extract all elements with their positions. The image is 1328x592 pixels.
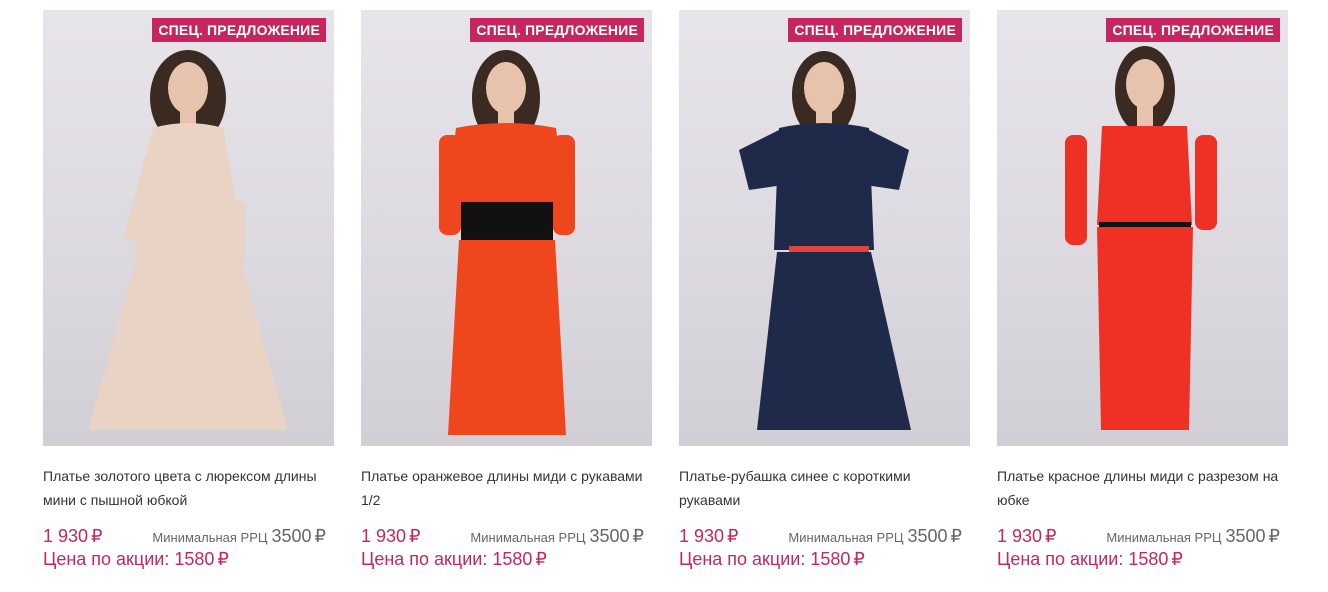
dress-model-illustration — [739, 51, 911, 430]
product-price: 1 930 ₽ — [43, 526, 103, 546]
product-title[interactable]: Платье-рубашка синее с короткими рукавам… — [679, 464, 970, 512]
special-offer-badge: СПЕЦ. ПРЕДЛОЖЕНИЕ — [788, 18, 962, 42]
price-row: 1 930 ₽ Минимальная РРЦ 3500 ₽ — [361, 526, 652, 547]
promo-price: Цена по акции: 1580 ₽ — [997, 549, 1183, 569]
promo-price: Цена по акции: 1580 ₽ — [679, 549, 865, 569]
dress-model-illustration — [1065, 46, 1217, 430]
product-photo[interactable]: СПЕЦ. ПРЕДЛОЖЕНИЕ — [361, 10, 652, 446]
product-grid: СПЕЦ. ПРЕДЛОЖЕНИЕ Платье золотого цвета … — [43, 10, 1288, 570]
product-price: 1 930 ₽ — [361, 526, 421, 546]
promo-price: Цена по акции: 1580 ₽ — [361, 549, 547, 569]
product-card[interactable]: СПЕЦ. ПРЕДЛОЖЕНИЕ Платье золотого цвета … — [43, 10, 334, 570]
special-offer-badge: СПЕЦ. ПРЕДЛОЖЕНИЕ — [152, 18, 326, 42]
price-row: 1 930 ₽ Минимальная РРЦ 3500 ₽ — [43, 526, 334, 547]
product-photo[interactable]: СПЕЦ. ПРЕДЛОЖЕНИЕ — [679, 10, 970, 446]
rrc-price: Минимальная РРЦ 3500 ₽ — [470, 526, 644, 546]
product-card[interactable]: СПЕЦ. ПРЕДЛОЖЕНИЕ Платье-рубашка синее с… — [679, 10, 970, 570]
rrc-price: Минимальная РРЦ 3500 ₽ — [152, 526, 326, 546]
price-row: 1 930 ₽ Минимальная РРЦ 3500 ₽ — [679, 526, 970, 547]
product-title[interactable]: Платье красное длины миди с разрезом на … — [997, 464, 1288, 512]
product-price: 1 930 ₽ — [679, 526, 739, 546]
rrc-price: Минимальная РРЦ 3500 ₽ — [1106, 526, 1280, 546]
product-photo[interactable]: СПЕЦ. ПРЕДЛОЖЕНИЕ — [997, 10, 1288, 446]
special-offer-badge: СПЕЦ. ПРЕДЛОЖЕНИЕ — [1106, 18, 1280, 42]
special-offer-badge: СПЕЦ. ПРЕДЛОЖЕНИЕ — [470, 18, 644, 42]
product-title[interactable]: Платье оранжевое длины миди с рукавами 1… — [361, 464, 652, 512]
dress-model-illustration — [439, 50, 575, 435]
product-photo[interactable]: СПЕЦ. ПРЕДЛОЖЕНИЕ — [43, 10, 334, 446]
price-row: 1 930 ₽ Минимальная РРЦ 3500 ₽ — [997, 526, 1288, 547]
promo-price: Цена по акции: 1580 ₽ — [43, 549, 229, 569]
product-card[interactable]: СПЕЦ. ПРЕДЛОЖЕНИЕ Платье красное длины м… — [997, 10, 1288, 570]
rrc-price: Минимальная РРЦ 3500 ₽ — [788, 526, 962, 546]
product-price: 1 930 ₽ — [997, 526, 1057, 546]
product-title[interactable]: Платье золотого цвета с люрексом длины м… — [43, 464, 334, 512]
dress-model-illustration — [88, 50, 288, 430]
product-card[interactable]: СПЕЦ. ПРЕДЛОЖЕНИЕ Платье оранжевое длины… — [361, 10, 652, 570]
